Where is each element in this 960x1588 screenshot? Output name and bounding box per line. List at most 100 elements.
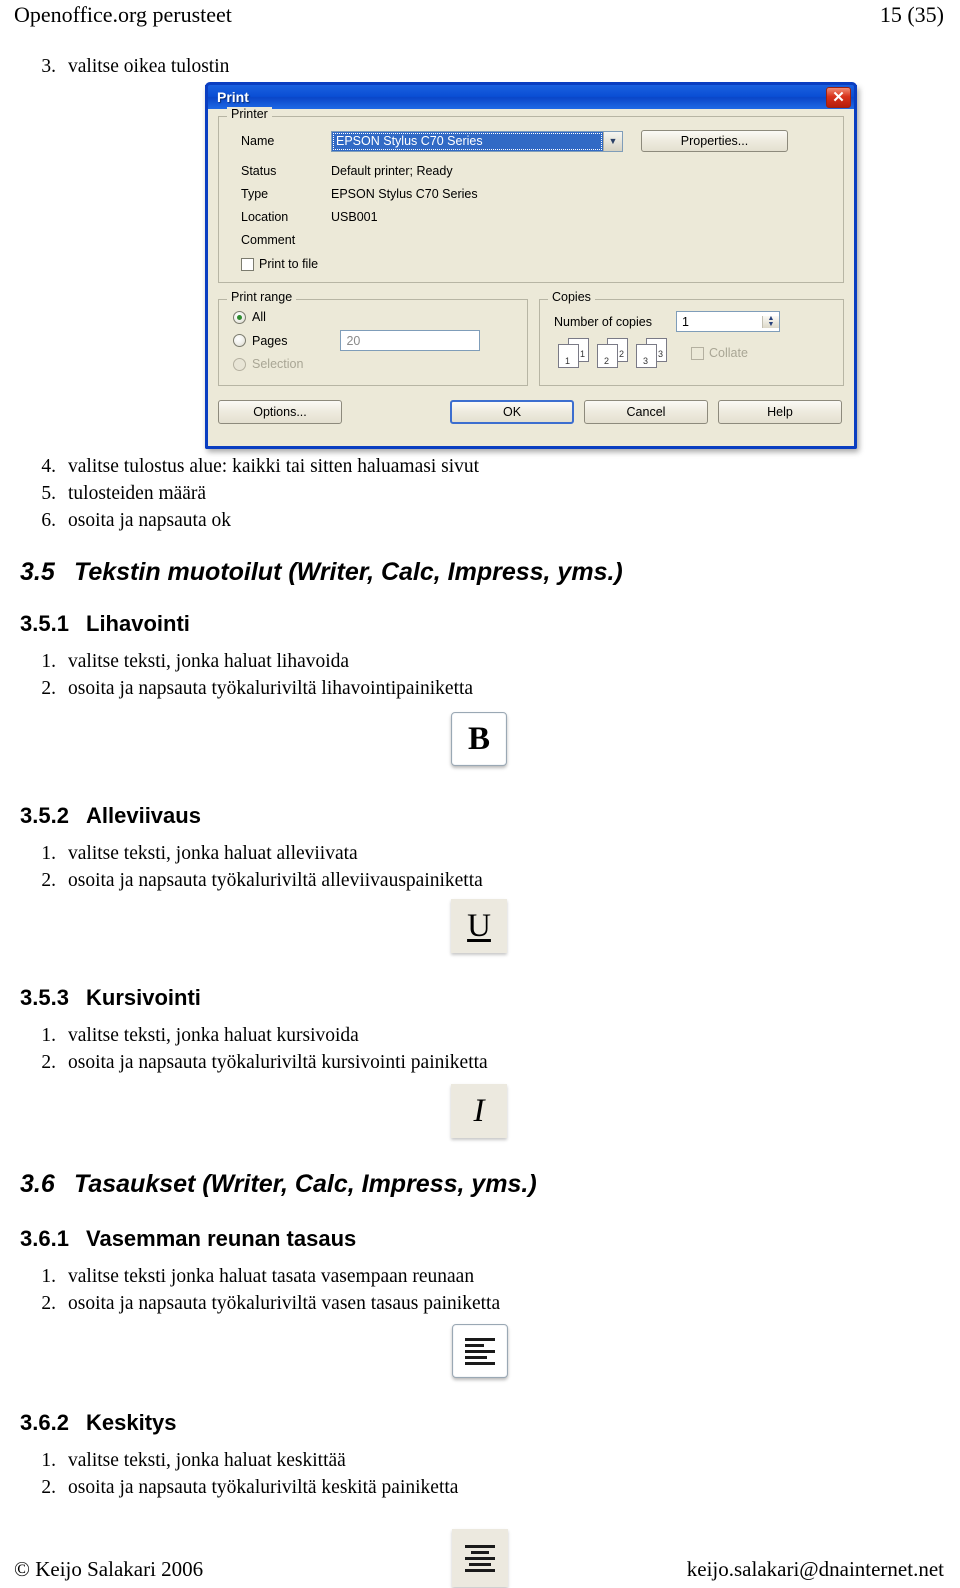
page-icon-front-number: 3 — [642, 356, 648, 366]
printer-group-label: Printer — [227, 107, 272, 121]
page-icon-front-number: 2 — [603, 356, 609, 366]
step-text: osoita ja napsauta työkaluriviltä vasen … — [68, 1293, 501, 1314]
step-text: valitse teksti, jonka haluat alleviivata — [68, 843, 358, 864]
list-item: 2. osoita ja napsauta työkaluriviltä all… — [34, 867, 654, 894]
step-number: 5. — [41, 483, 56, 504]
radio-selection-row: Selection — [219, 357, 527, 371]
document-title: Openoffice.org perusteet — [14, 2, 232, 27]
list-item: 2. osoita ja napsauta työkaluriviltä vas… — [34, 1290, 654, 1317]
section-title: Vasemman reunan tasaus — [86, 1226, 357, 1251]
pages-input[interactable]: 20 — [340, 330, 481, 351]
page-icon: 3 3 — [635, 338, 667, 368]
location-value: USB001 — [331, 210, 378, 224]
step-text: valitse teksti jonka haluat tasata vasem… — [68, 1266, 475, 1287]
list-item: 1. valitse teksti jonka haluat tasata va… — [34, 1263, 654, 1290]
step-text: osoita ja napsauta työkaluriviltä keskit… — [68, 1477, 459, 1498]
list-item: 2. osoita ja napsauta työkaluriviltä kes… — [34, 1474, 654, 1501]
collate-checkbox — [690, 346, 704, 360]
underline-icon-glyph: U — [467, 907, 491, 944]
step-text: osoita ja napsauta työkaluriviltä allevi… — [68, 870, 483, 891]
copies-group-label: Copies — [547, 290, 595, 304]
radio-all-row[interactable]: All — [219, 310, 527, 324]
location-label: Location — [241, 210, 289, 224]
section-heading-3-5-2: 3.5.2 Alleviivaus — [20, 803, 640, 829]
print-dialog: Print ✕ Printer Name EPSON Stylus C70 Se… — [205, 82, 857, 449]
section-title: Tekstin muotoilut (Writer, Calc, Impress… — [74, 558, 623, 586]
step-number: 6. — [41, 510, 56, 531]
page-icon: 2 2 — [596, 338, 628, 368]
step-number: 1. — [41, 651, 56, 672]
step-text: valitse teksti, jonka haluat kursivoida — [68, 1025, 359, 1046]
printer-group: Printer Name EPSON Stylus C70 Series ▼ P… — [218, 107, 844, 283]
italic-icon-wrapper[interactable]: I — [447, 1080, 511, 1142]
radio-selection-label: Selection — [252, 357, 304, 371]
section-heading-3-5: 3.5 Tekstin muotoilut (Writer, Calc, Imp… — [20, 558, 720, 587]
steps-3-5-2: 1. valitse teksti, jonka haluat alleviiv… — [34, 840, 654, 894]
dialog-actions: Options... OK Cancel Help — [218, 400, 844, 424]
help-button[interactable]: Help — [718, 400, 842, 424]
underline-icon-wrapper[interactable]: U — [447, 895, 511, 957]
step-text: tulosteiden määrä — [68, 483, 207, 504]
print-range-group: Print range All Pages 20 Selection — [218, 290, 528, 386]
radio-all-label: All — [252, 310, 266, 324]
steps-3-6-1: 1. valitse teksti jonka haluat tasata va… — [34, 1263, 654, 1317]
page-number: 15 (35) — [879, 2, 944, 27]
page-icon-back-number: 2 — [618, 349, 624, 359]
step-text: osoita ja napsauta työkaluriviltä kursiv… — [68, 1052, 488, 1073]
underline-icon[interactable]: U — [451, 899, 507, 953]
dialog-title-bar[interactable]: Print ✕ — [205, 82, 857, 109]
print-to-file-row[interactable]: Print to file — [219, 257, 843, 271]
page-icon-back-number: 1 — [579, 349, 585, 359]
step-number: 1. — [41, 843, 56, 864]
cancel-button[interactable]: Cancel — [584, 400, 708, 424]
step-number: 4. — [41, 456, 56, 477]
print-range-label: Print range — [227, 290, 297, 304]
options-button[interactable]: Options... — [218, 400, 342, 424]
section-title: Lihavointi — [86, 611, 190, 636]
page-icon-front-number: 1 — [564, 356, 570, 366]
collate-label: Collate — [708, 346, 748, 360]
step-number: 2. — [41, 1477, 56, 1498]
section-heading-3-6-2: 3.6.2 Keskitys — [20, 1410, 640, 1436]
step-text: osoita ja napsauta ok — [68, 510, 231, 531]
printer-name-select[interactable]: EPSON Stylus C70 Series ▼ — [331, 130, 623, 152]
step-number: 2. — [41, 870, 56, 891]
bold-icon[interactable]: B — [451, 712, 507, 766]
number-of-copies-input[interactable]: 1 ▲ ▼ — [675, 311, 780, 332]
bold-icon-wrapper[interactable]: B — [447, 708, 511, 770]
section-title: Kursivointi — [86, 985, 201, 1010]
collate-row: Collate — [690, 346, 748, 360]
section-title: Tasaukset (Writer, Calc, Impress, yms.) — [74, 1170, 537, 1198]
list-item: 1. valitse teksti, jonka haluat alleviiv… — [34, 840, 654, 867]
type-value: EPSON Stylus C70 Series — [331, 187, 478, 201]
ok-button[interactable]: OK — [450, 400, 574, 424]
page-footer: © Keijo Salakari 2006 keijo.salakari@dna… — [14, 1557, 944, 1582]
section-number: 3.5.2 — [20, 803, 69, 828]
dialog-body: Printer Name EPSON Stylus C70 Series ▼ P… — [208, 107, 854, 424]
section-number: 3.6 — [20, 1170, 55, 1198]
italic-icon[interactable]: I — [451, 1084, 507, 1138]
align-left-icon[interactable] — [452, 1324, 508, 1378]
section-number: 3.6.2 — [20, 1410, 69, 1435]
radio-pages[interactable] — [233, 334, 246, 347]
chevron-down-icon[interactable]: ▼ — [603, 131, 622, 151]
list-item: 3. valitse oikea tulostin — [34, 53, 554, 80]
spinner-up-down-icon[interactable]: ▲ ▼ — [761, 315, 779, 328]
step-number: 2. — [41, 1052, 56, 1073]
printer-name-value: EPSON Stylus C70 Series — [332, 131, 603, 151]
list-item: 4. valitse tulostus alue: kaikki tai sit… — [34, 453, 654, 480]
copies-page-icons: 1 1 2 2 3 3 — [557, 338, 667, 368]
list-item: 1. valitse teksti, jonka haluat lihavoid… — [34, 648, 654, 675]
properties-button[interactable]: Properties... — [641, 130, 788, 152]
steps-3-5-1: 1. valitse teksti, jonka haluat lihavoid… — [34, 648, 654, 702]
section-heading-3-6: 3.6 Tasaukset (Writer, Calc, Impress, ym… — [20, 1170, 720, 1199]
close-icon[interactable]: ✕ — [826, 87, 851, 108]
radio-pages-row[interactable]: Pages 20 — [219, 330, 527, 351]
number-of-copies-label: Number of copies — [553, 314, 652, 329]
list-item: 2. osoita ja napsauta työkaluriviltä lih… — [34, 675, 654, 702]
align-left-icon-wrapper[interactable] — [448, 1320, 512, 1382]
radio-all[interactable] — [233, 310, 246, 324]
step-text: valitse teksti, jonka haluat lihavoida — [68, 651, 350, 672]
printer-name-label: Name — [241, 134, 275, 148]
print-to-file-checkbox[interactable] — [241, 257, 254, 271]
